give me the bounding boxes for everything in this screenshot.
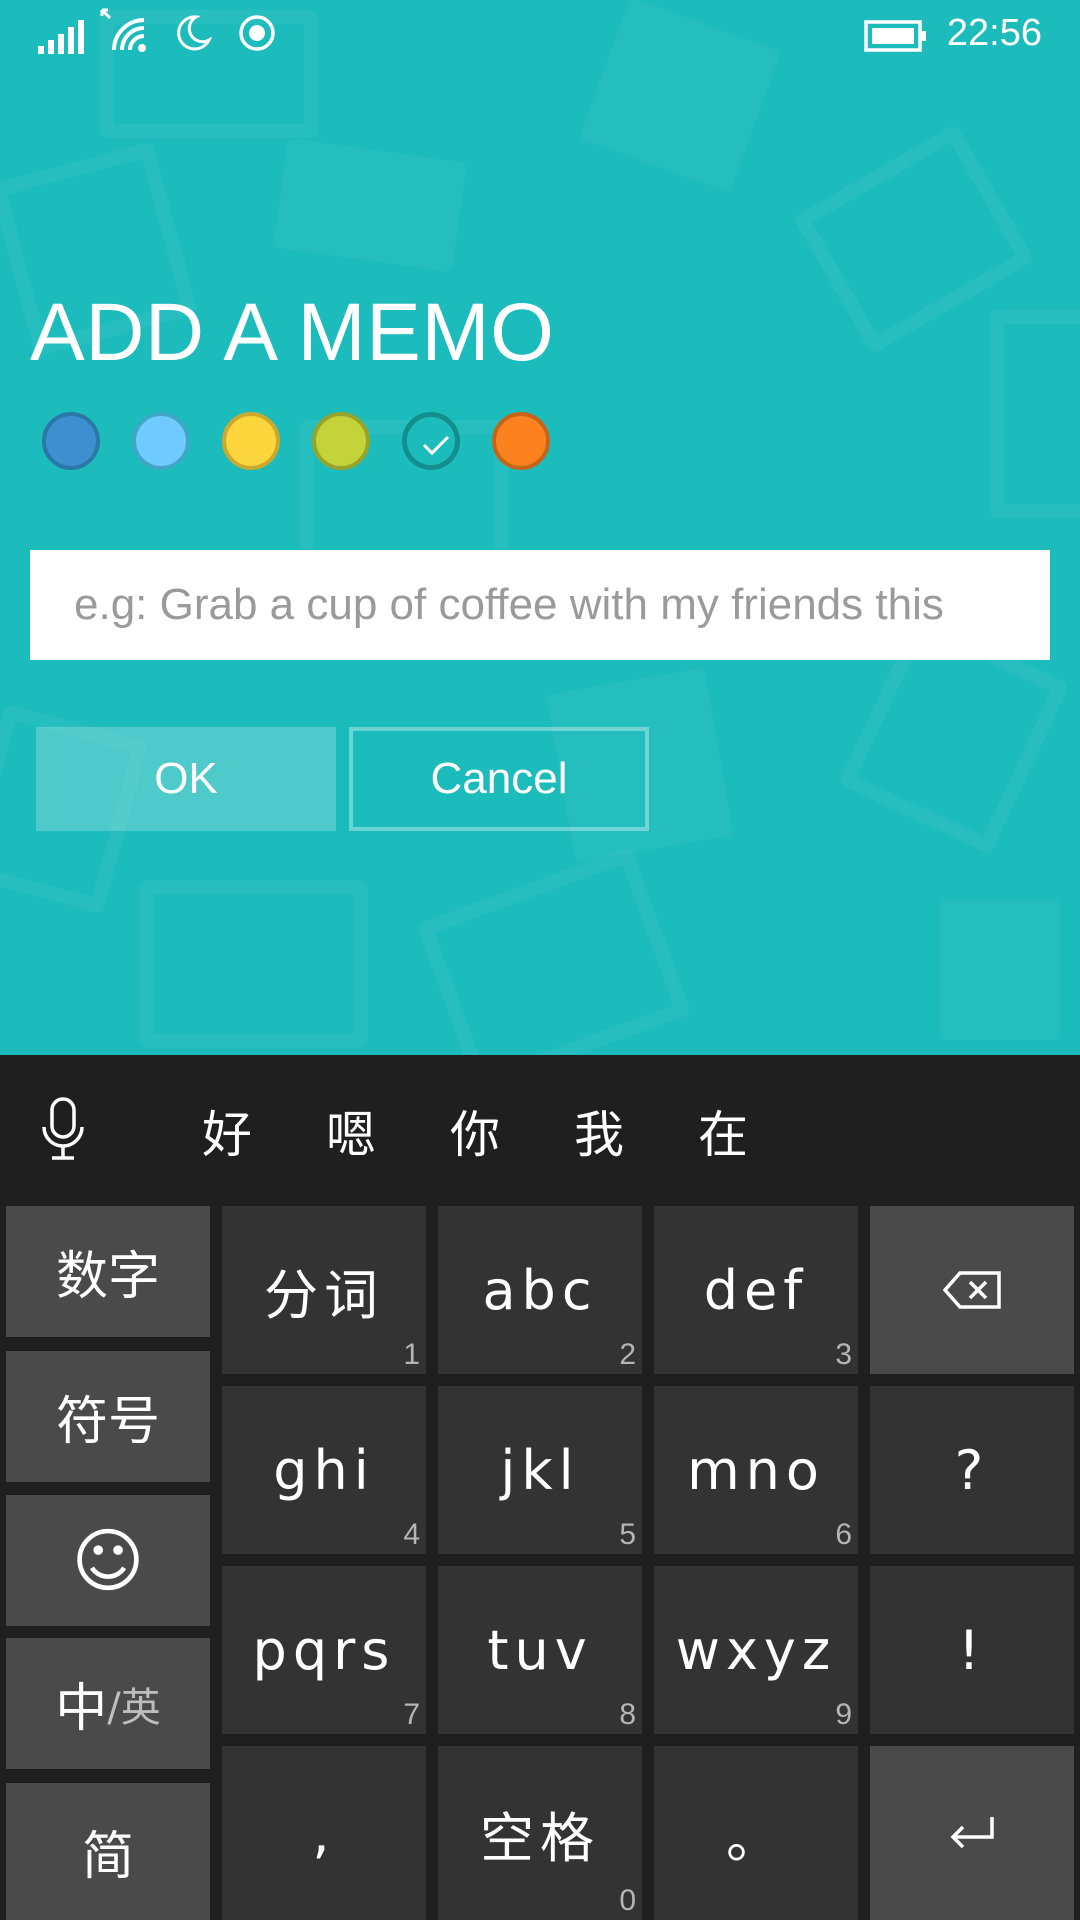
background-pattern	[273, 138, 467, 272]
candidate-word[interactable]: 在	[698, 1095, 748, 1167]
key-9[interactable]: wxyz 9	[654, 1566, 858, 1734]
question-mark-key[interactable]: ?	[870, 1386, 1074, 1554]
chinese-english-toggle-key[interactable]: 中/英	[6, 1638, 210, 1769]
status-time: 22:56	[946, 12, 1042, 54]
space-key[interactable]: 空格 0	[438, 1746, 642, 1920]
candidate-word[interactable]: 好	[202, 1095, 252, 1167]
candidate-word[interactable]: 嗯	[326, 1095, 376, 1167]
ok-button[interactable]: OK	[36, 727, 336, 831]
memo-input[interactable]	[72, 579, 1008, 631]
backspace-key[interactable]	[870, 1206, 1074, 1374]
memo-screen: 22:56 ADD A MEMO OK Cancel	[0, 0, 1080, 1055]
status-bar: 22:56	[0, 0, 1080, 70]
key-4[interactable]: ghi 4	[222, 1386, 426, 1554]
key-6[interactable]: mno 6	[654, 1386, 858, 1554]
key-7[interactable]: pqrs 7	[222, 1566, 426, 1734]
enter-key[interactable]	[870, 1746, 1074, 1920]
memo-input-container	[30, 550, 1050, 660]
color-swatch-light-blue[interactable]	[132, 412, 190, 470]
candidate-word[interactable]: 你	[450, 1095, 500, 1167]
key-8[interactable]: tuv 8	[438, 1566, 642, 1734]
enter-icon	[950, 1817, 994, 1849]
symbols-key[interactable]: 符号	[6, 1351, 210, 1482]
exclamation-key[interactable]: !	[870, 1566, 1074, 1734]
emoji-key[interactable]: ☺	[6, 1495, 210, 1626]
page-title: ADD A MEMO	[30, 287, 555, 378]
color-swatch-blue[interactable]	[42, 412, 100, 470]
color-swatch-teal[interactable]	[402, 412, 460, 470]
location-dot-icon	[238, 14, 276, 56]
key-5[interactable]: jkl 5	[438, 1386, 642, 1554]
key-2[interactable]: abc 2	[438, 1206, 642, 1374]
signal-bars-icon	[38, 20, 84, 58]
color-swatch-lime[interactable]	[312, 412, 370, 470]
key-3[interactable]: def 3	[654, 1206, 858, 1374]
microphone-icon[interactable]	[38, 1095, 88, 1169]
backspace-icon	[942, 1271, 1001, 1309]
color-swatch-yellow[interactable]	[222, 412, 280, 470]
soft-keyboard: 好 嗯 你 我 在 数字 符号 ☺ 中/英 简 分词 1 abc 2 def 3…	[0, 1055, 1080, 1920]
wifi-icon	[100, 8, 150, 58]
background-pattern	[990, 310, 1080, 518]
color-swatch-orange[interactable]	[492, 412, 550, 470]
background-pattern	[140, 880, 368, 1048]
cancel-button[interactable]: Cancel	[349, 727, 649, 831]
key-1[interactable]: 分词 1	[222, 1206, 426, 1374]
checkmark-icon	[422, 435, 450, 456]
candidate-word[interactable]: 我	[574, 1095, 624, 1167]
smiley-icon: ☺	[71, 1519, 145, 1602]
period-key[interactable]: 。	[654, 1746, 858, 1920]
comma-key[interactable]: ,	[222, 1746, 426, 1920]
battery-icon	[864, 20, 928, 56]
simplified-key[interactable]: 简	[6, 1783, 210, 1920]
background-pattern	[940, 900, 1060, 1040]
background-pattern	[416, 846, 692, 1055]
quiet-hours-moon-icon	[174, 14, 213, 56]
numbers-key[interactable]: 数字	[6, 1206, 210, 1337]
